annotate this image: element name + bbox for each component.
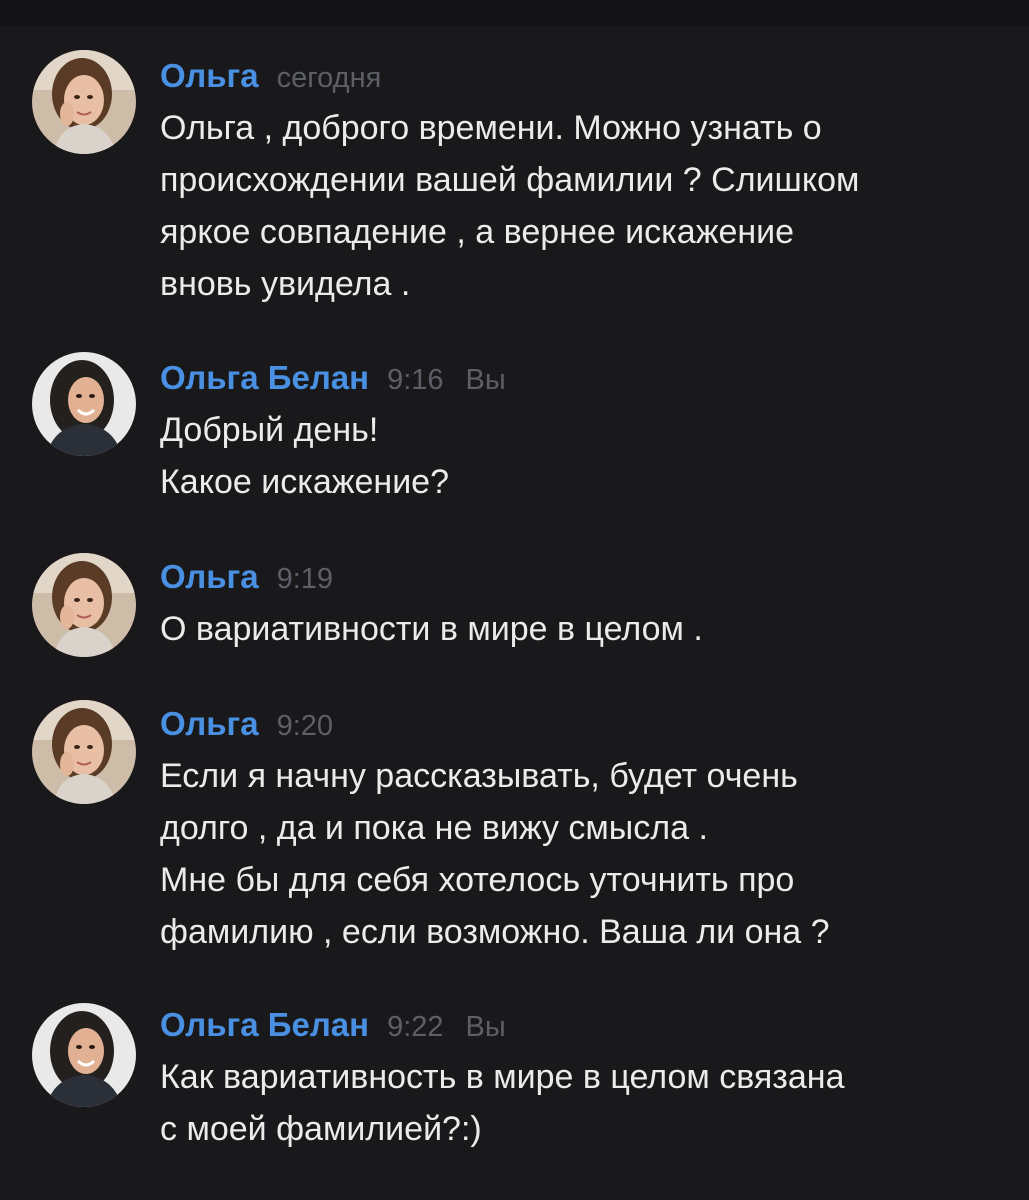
- message-author[interactable]: Ольга Белан: [160, 359, 369, 396]
- message-line: Если я начну рассказывать, будет очень: [160, 757, 798, 795]
- message-time: 9:19: [276, 563, 334, 595]
- message-line: Какое искажение?: [160, 463, 449, 501]
- message-time: сегодня: [276, 62, 382, 94]
- message-line: Добрый день!: [160, 411, 379, 449]
- message-text: Добрый день! Какое искажение?: [160, 404, 1001, 508]
- message-line: Ольга , доброго времени. Можно узнать о: [160, 109, 822, 147]
- message-line: вновь увидела .: [160, 265, 411, 303]
- top-bar: [0, 0, 1029, 26]
- message-line: Мне бы для себя хотелось уточнить про: [160, 861, 795, 899]
- avatar-olga-belan-icon[interactable]: [32, 1003, 136, 1107]
- message-line: происхождении вашей фамилии ? Слишком: [160, 161, 860, 199]
- message-line: долго , да и пока не вижу смысла .: [160, 809, 708, 847]
- message-time: 9:22: [387, 1011, 444, 1043]
- message-line: яркое совпадение , а вернее искажение: [160, 213, 795, 251]
- avatar-olga-icon[interactable]: [32, 700, 136, 804]
- message-text: Как вариативность в мире в целом связана…: [160, 1051, 1001, 1155]
- message-line: фамилию , если возможно. Ваша ли она ?: [160, 913, 830, 951]
- message-author[interactable]: Ольга Белан: [160, 1006, 369, 1043]
- self-label: Вы: [465, 1011, 506, 1043]
- message-text: О вариативности в мире в целом .: [160, 603, 1001, 655]
- avatar-olga-belan-icon[interactable]: [32, 352, 136, 456]
- avatar-olga-icon[interactable]: [32, 553, 136, 657]
- message-author[interactable]: Ольга: [160, 705, 259, 742]
- message-author[interactable]: Ольга: [160, 57, 259, 94]
- message-author[interactable]: Ольга: [160, 558, 259, 595]
- message-time: 9:20: [276, 710, 334, 742]
- message-text: Если я начну рассказывать, будет очень д…: [160, 750, 1001, 958]
- message-line: с моей фамилией?:): [160, 1110, 482, 1148]
- message-line: Как вариативность в мире в целом связана: [160, 1058, 845, 1096]
- message-text: Ольга , доброго времени. Можно узнать о …: [160, 102, 1001, 310]
- message-line: О вариативности в мире в целом .: [160, 610, 703, 648]
- message-time: 9:16: [387, 364, 444, 396]
- self-label: Вы: [465, 364, 506, 396]
- avatar-olga-icon[interactable]: [32, 50, 136, 154]
